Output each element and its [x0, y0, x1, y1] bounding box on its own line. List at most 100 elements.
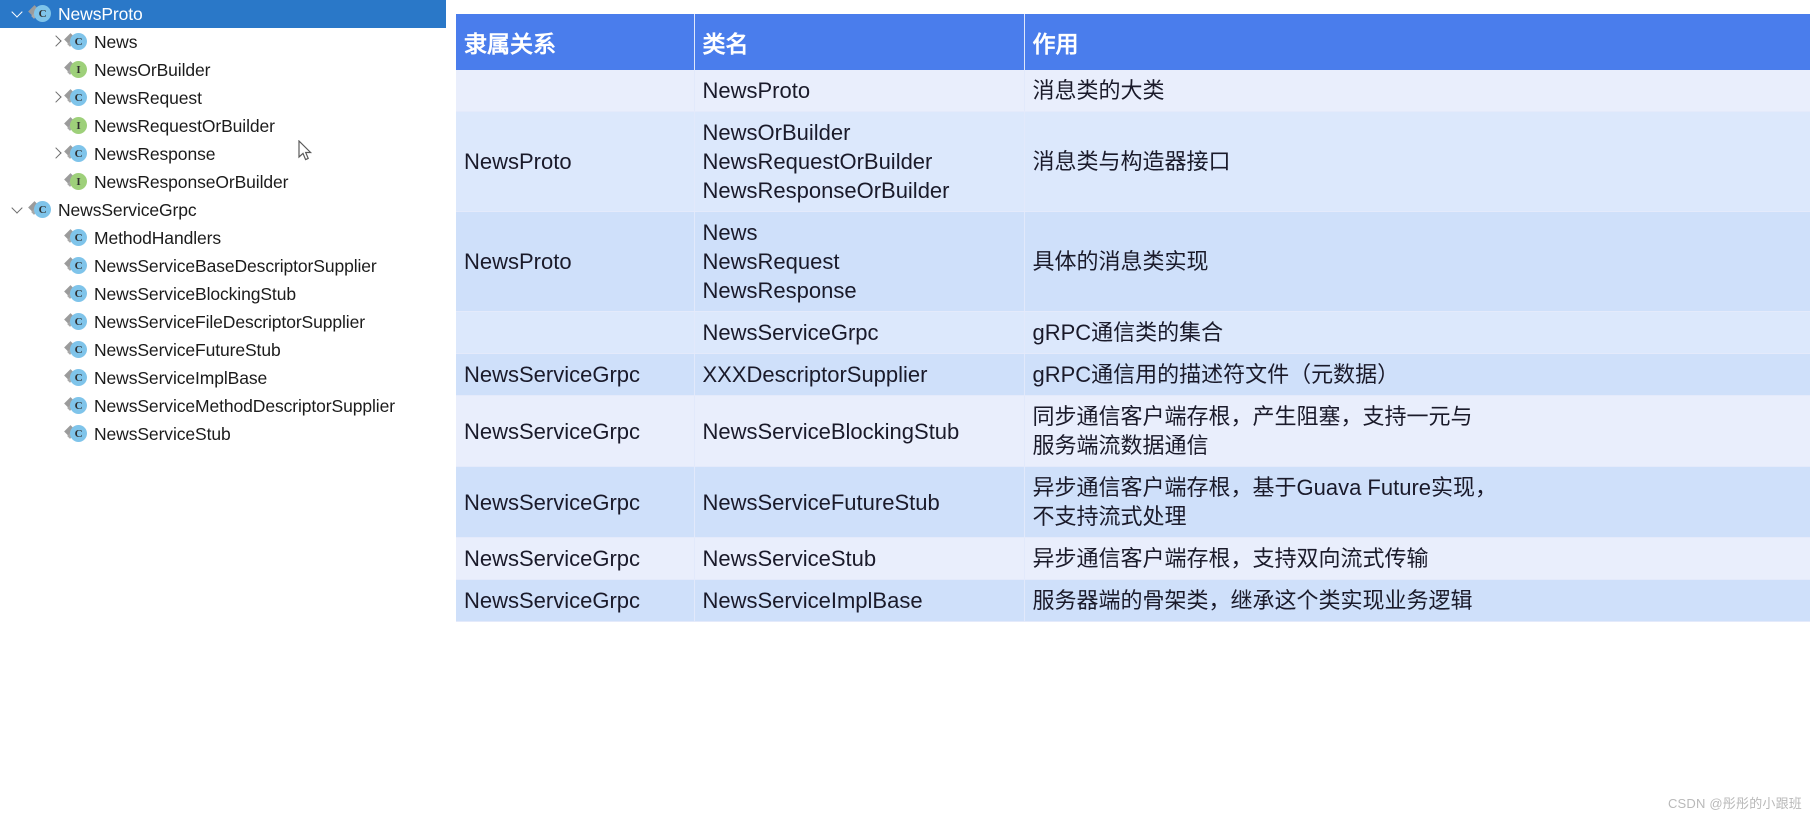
chevron-right-icon[interactable] [46, 33, 66, 51]
tree-item-newsservicemethoddescriptorsupplier[interactable]: C NewsServiceMethodDescriptorSupplier [0, 392, 456, 420]
tree-item-label: NewsProto [58, 3, 143, 24]
cell-ownership: NewsProto [456, 211, 695, 313]
tree-item-newsservicefuturestub[interactable]: C NewsServiceFutureStub [0, 336, 456, 364]
cell-role: 服务器端的骨架类，继承这个类实现业务逻辑 [1024, 579, 1810, 623]
class-icon: C [64, 144, 88, 164]
tree-item-newsservicebasedescriptorsupplier[interactable]: C NewsServiceBaseDescriptorSupplier [0, 252, 456, 280]
icon-letter: C [70, 341, 87, 358]
cell-role: 同步通信客户端存根，产生阻塞，支持一元与 服务端流数据通信 [1024, 395, 1810, 468]
cell-ownership: NewsProto [456, 111, 695, 213]
tree-item-label: NewsRequestOrBuilder [94, 115, 275, 136]
cell-classname: News NewsRequest NewsResponse [694, 211, 1025, 313]
chevron-down-icon[interactable] [10, 5, 30, 23]
cell-classname: NewsServiceGrpc [694, 311, 1025, 355]
icon-letter: C [70, 313, 87, 330]
column-header-classname: 类名 [694, 14, 1025, 70]
table-row: NewsProto NewsOrBuilder NewsRequestOrBuil… [456, 111, 1810, 213]
cell-ownership: NewsServiceGrpc [456, 537, 695, 581]
icon-letter: C [70, 369, 87, 386]
tree-item-methodhandlers[interactable]: C MethodHandlers [0, 224, 456, 252]
table-row: NewsServiceGrpc NewsServiceBlockingStub 同步… [456, 395, 1810, 468]
cell-ownership: NewsServiceGrpc [456, 353, 695, 397]
class-icon: C [28, 200, 52, 220]
table-row: NewsServiceGrpc gRPC通信类的集合 [456, 311, 1810, 355]
tree-item-label: NewsResponse [94, 143, 216, 164]
tree-item-newsresponse[interactable]: C NewsResponse [0, 140, 456, 168]
cell-classname: NewsProto [694, 70, 1025, 113]
icon-letter: C [70, 89, 87, 106]
class-summary-table-wrapper: 隶属关系 类名 作用 NewsProto 消息类的大类 NewsProto NewsO… [456, 14, 1810, 623]
tree-item-label: News [94, 31, 138, 52]
class-icon: C [64, 32, 88, 52]
tree-item-newsservicegrpc[interactable]: C NewsServiceGrpc [0, 196, 456, 224]
table-row: NewsServiceGrpc NewsServiceStub 异步通信客户端存根，… [456, 537, 1810, 581]
interface-icon: I [64, 60, 88, 80]
tree-item-newsservicestub[interactable]: C NewsServiceStub [0, 420, 456, 448]
class-icon: C [64, 256, 88, 276]
project-tree-panel: C NewsProto C News I NewsOrBuilder C NewsReques… [0, 0, 456, 820]
cell-role: 异步通信客户端存根，基于Guava Future实现， 不支持流式处理 [1024, 466, 1810, 539]
cell-role: 消息类与构造器接口 [1024, 111, 1810, 213]
tree-item-label: NewsRequest [94, 87, 202, 108]
column-header-ownership: 隶属关系 [456, 14, 695, 70]
chevron-right-icon[interactable] [46, 89, 66, 107]
table-row: NewsServiceGrpc XXXDescriptorSupplier gRPC… [456, 353, 1810, 397]
tree-item-newsresponseorbuilder[interactable]: I NewsResponseOrBuilder [0, 168, 456, 196]
tree-item-newsserviceblockingstub[interactable]: C NewsServiceBlockingStub [0, 280, 456, 308]
tree-item-newsproto[interactable]: C NewsProto [0, 0, 446, 28]
cell-ownership [456, 311, 695, 355]
tree-item-label: NewsServiceImplBase [94, 367, 268, 388]
class-icon: C [64, 396, 88, 416]
cell-ownership: NewsServiceGrpc [456, 466, 695, 539]
watermark: CSDN @彤彤的小跟班 [1667, 796, 1802, 811]
interface-icon: I [64, 116, 88, 136]
icon-letter: C [70, 229, 87, 246]
interface-icon: I [64, 172, 88, 192]
tree-item-news[interactable]: C News [0, 28, 456, 56]
icon-letter: C [70, 425, 87, 442]
class-icon: C [64, 88, 88, 108]
tree-item-newsorbuilder[interactable]: I NewsOrBuilder [0, 56, 456, 84]
cell-role: gRPC通信类的集合 [1024, 311, 1810, 355]
tree-item-label: NewsServiceBaseDescriptorSupplier [94, 255, 377, 276]
class-icon: C [64, 368, 88, 388]
cell-ownership [456, 70, 695, 113]
icon-letter: C [34, 201, 51, 218]
chevron-right-icon[interactable] [46, 145, 66, 163]
cell-role: 消息类的大类 [1024, 70, 1810, 113]
icon-letter: I [70, 117, 87, 134]
tree-item-newsrequest[interactable]: C NewsRequest [0, 84, 456, 112]
tree-item-label: NewsServiceGrpc [58, 199, 197, 220]
icon-letter: I [70, 173, 87, 190]
cell-classname: NewsOrBuilder NewsRequestOrBuilder NewsR… [694, 111, 1025, 213]
cell-classname: NewsServiceFutureStub [694, 466, 1025, 539]
table-row: NewsServiceGrpc NewsServiceImplBase 服务器端的骨… [456, 579, 1810, 623]
tree-item-label: NewsServiceStub [94, 423, 231, 444]
tree-item-label: NewsServiceBlockingStub [94, 283, 296, 304]
chevron-down-icon[interactable] [10, 201, 30, 219]
cell-ownership: NewsServiceGrpc [456, 579, 695, 623]
project-tree[interactable]: C NewsProto C News I NewsOrBuilder C NewsReques… [0, 0, 456, 448]
table-row: NewsServiceGrpc NewsServiceFutureStub 异步通信… [456, 466, 1810, 539]
class-summary-table: 隶属关系 类名 作用 NewsProto 消息类的大类 NewsProto NewsO… [456, 14, 1810, 623]
icon-letter: I [70, 61, 87, 78]
cell-role: gRPC通信用的描述符文件（元数据） [1024, 353, 1810, 397]
tree-item-label: NewsOrBuilder [94, 59, 211, 80]
cell-classname: NewsServiceStub [694, 537, 1025, 581]
tree-item-newsserviceimplbase[interactable]: C NewsServiceImplBase [0, 364, 456, 392]
tree-item-newsrequestorbuilder[interactable]: I NewsRequestOrBuilder [0, 112, 456, 140]
tree-item-newsservicefiledescriptorsupplier[interactable]: C NewsServiceFileDescriptorSupplier [0, 308, 456, 336]
column-header-role: 作用 [1024, 14, 1810, 70]
tree-item-label: NewsServiceMethodDescriptorSupplier [94, 395, 395, 416]
class-icon: C [64, 424, 88, 444]
